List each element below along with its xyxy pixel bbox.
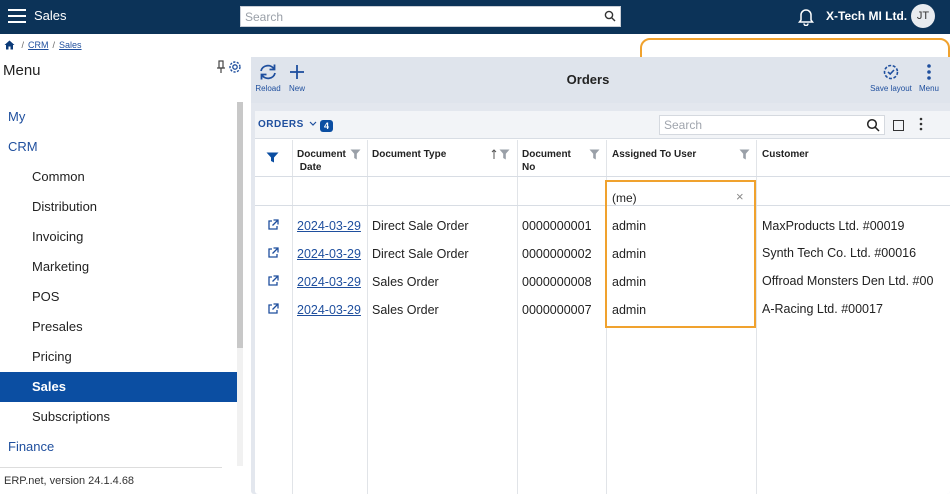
cell-document-date[interactable]: 2024-03-29 [297,219,361,233]
sidebar-item-presales[interactable]: Presales [0,312,237,342]
header-document-date[interactable]: Document Date [297,148,346,174]
pin-icon[interactable] [216,60,226,74]
sidebar-item-crm[interactable]: CRM [0,132,237,162]
cell-document-no: 0000000001 [522,219,592,233]
column-filter-icon[interactable] [739,149,750,160]
cell-customer: Synth Tech Co. Ltd. #00016 [762,246,917,260]
cell-customer: Offroad Monsters Den Ltd. #00 [762,274,934,288]
cell-document-type: Sales Order [372,275,439,289]
cell-document-no: 0000000008 [522,275,592,289]
open-external-icon[interactable] [267,303,279,315]
sidebar-divider [0,467,222,468]
breadcrumb-separator: / [52,40,56,50]
menu-title: Menu [3,62,41,79]
header-assigned-to-user[interactable]: Assigned To User [612,148,696,161]
header-document-type[interactable]: Document Type [372,148,446,161]
header-document-date-line1: Document [297,149,346,160]
column-filter-icon[interactable] [589,149,600,160]
sidebar-item-distribution[interactable]: Distribution [0,192,237,222]
open-external-icon[interactable] [267,247,279,259]
open-external-icon[interactable] [267,275,279,287]
breadcrumb: / CRM / Sales [4,40,82,50]
sidebar-item-common[interactable]: Common [0,162,237,192]
hamburger-menu-icon[interactable] [8,9,26,23]
sidebar-scrollbar-thumb[interactable] [237,102,243,348]
cell-customer: A-Racing Ltd. #00017 [762,302,883,316]
breadcrumb-crm[interactable]: CRM [28,40,49,50]
sidebar-item-finance[interactable]: Finance [0,432,237,462]
column-filter-icon[interactable] [499,149,510,160]
open-external-icon[interactable] [267,219,279,231]
sidebar-item-subscriptions[interactable]: Subscriptions [0,402,237,432]
count-badge: 4 [320,120,334,132]
sidebar-menu: My CRM Common Distribution Invoicing Mar… [0,102,237,462]
cell-document-date[interactable]: 2024-03-29 [297,247,361,261]
cell-document-no: 0000000007 [522,303,592,317]
cell-document-date[interactable]: 2024-03-29 [297,275,361,289]
gear-icon[interactable] [227,59,243,75]
clear-filter-icon[interactable]: × [736,189,744,204]
header-document-no[interactable]: Document No [522,148,571,174]
breadcrumb-separator: / [21,40,25,50]
search-icon[interactable] [604,10,616,22]
assigned-filter-input[interactable]: (me) [612,191,637,205]
cell-document-no: 0000000002 [522,247,592,261]
header-document-date-line2: Date [299,162,322,173]
sidebar-item-marketing[interactable]: Marketing [0,252,237,282]
global-search-input[interactable] [241,7,591,26]
customer-column-clip: MaxProducts Ltd. #00019 Synth Tech Co. L… [757,0,950,494]
version-label: ERP.net, version 24.1.4.68 [4,475,135,487]
home-icon[interactable] [4,40,15,50]
chevron-down-icon [309,121,317,126]
orders-section-label: ORDERS [258,119,304,130]
cell-customer: MaxProducts Ltd. #00019 [762,219,905,233]
cell-document-type: Sales Order [372,303,439,317]
cell-document-date[interactable]: 2024-03-29 [297,303,361,317]
filter-toggle-icon[interactable] [266,152,279,163]
sidebar-item-pos[interactable]: POS [0,282,237,312]
column-filter-icon[interactable] [350,149,361,160]
sidebar-item-my[interactable]: My [0,102,237,132]
cell-document-type: Direct Sale Order [372,247,469,261]
sidebar-item-invoicing[interactable]: Invoicing [0,222,237,252]
app-title: Sales [34,8,67,23]
header-document-no-line1: Document [522,149,571,160]
cell-document-type: Direct Sale Order [372,219,469,233]
header-document-no-line2: No [522,162,536,173]
sidebar-item-sales[interactable]: Sales [0,372,237,402]
breadcrumb-sales[interactable]: Sales [59,40,82,50]
sidebar-item-pricing[interactable]: Pricing [0,342,237,372]
orders-section-toggle[interactable]: ORDERS [258,119,317,130]
global-search[interactable] [240,6,621,27]
sort-arrow-icon[interactable] [491,149,497,160]
